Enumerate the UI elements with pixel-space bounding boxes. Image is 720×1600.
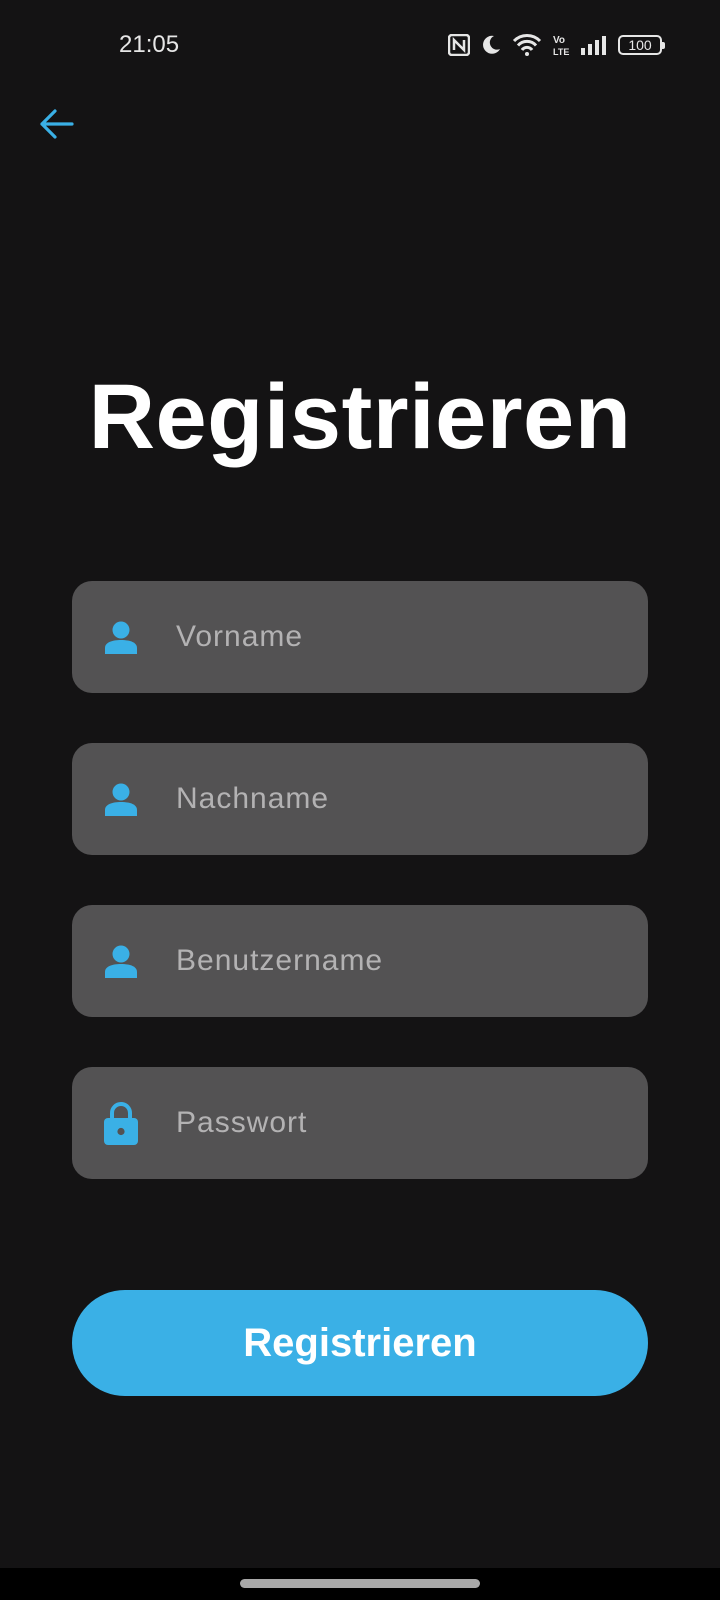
register-button[interactable]: Registrieren — [72, 1290, 648, 1396]
person-icon — [101, 779, 141, 819]
page-title: Registrieren — [88, 366, 632, 468]
wifi-icon — [512, 33, 542, 57]
back-button[interactable] — [36, 108, 76, 144]
last-name-field[interactable] — [72, 743, 648, 855]
password-field[interactable] — [72, 1067, 648, 1179]
username-input[interactable] — [176, 905, 616, 1017]
person-icon — [101, 617, 141, 657]
first-name-input[interactable] — [176, 581, 616, 693]
signal-icon — [580, 35, 608, 55]
battery-icon: 100 — [618, 35, 665, 55]
password-input[interactable] — [176, 1067, 616, 1179]
volte-icon: Vo LTE — [552, 33, 570, 57]
status-bar: 21:05 Vo LTE 100 — [0, 0, 720, 92]
moon-icon — [480, 34, 502, 56]
status-icons: Vo LTE 100 — [448, 30, 665, 60]
svg-text:Vo: Vo — [553, 35, 565, 46]
status-time: 21:05 — [119, 31, 180, 58]
nfc-icon — [448, 34, 470, 56]
svg-text:LTE: LTE — [553, 47, 569, 57]
home-indicator[interactable] — [240, 1579, 480, 1588]
last-name-input[interactable] — [176, 743, 616, 855]
first-name-field[interactable] — [72, 581, 648, 693]
battery-level: 100 — [628, 37, 652, 53]
lock-icon — [101, 1102, 141, 1145]
person-icon — [101, 941, 141, 981]
arrow-left-icon — [38, 108, 74, 145]
navigation-bar — [0, 1568, 720, 1600]
username-field[interactable] — [72, 905, 648, 1017]
